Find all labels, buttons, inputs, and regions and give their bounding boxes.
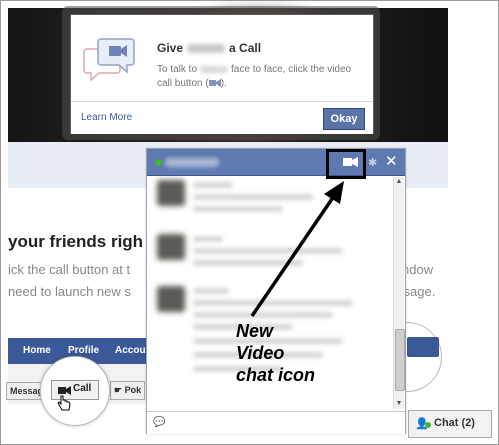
chat-bubble-icon: 💬 — [153, 417, 166, 428]
scroll-up-arrow-icon[interactable]: ▲ — [394, 177, 404, 187]
chat-tab[interactable]: 👤 Chat (2) — [408, 410, 492, 438]
annotation-text: New Video chat icon — [236, 320, 315, 386]
message-blur — [193, 300, 353, 306]
video-call-tooltip: Give a Call To talk to face to face, click… — [62, 6, 380, 140]
chat-window: ✱ ✕ ▲ ▼ 💬 — [146, 148, 406, 434]
video-icon-highlight-box — [326, 149, 366, 179]
video-chat-bubbles-icon — [83, 38, 135, 82]
scroll-down-arrow-icon[interactable]: ▼ — [394, 399, 404, 409]
magnified-bar — [407, 337, 439, 357]
online-status-dot — [155, 159, 162, 166]
chat-contact-name — [165, 158, 219, 167]
body-text-line: need to launch new s — [8, 284, 131, 299]
message-blur — [193, 182, 233, 188]
chat-header[interactable]: ✱ ✕ — [147, 149, 405, 179]
gear-icon[interactable]: ✱ — [368, 156, 377, 169]
message-blur — [193, 236, 223, 242]
poke-icon: ☛ — [114, 385, 125, 395]
learn-more-link[interactable]: Learn More — [81, 112, 132, 123]
tooltip-description: To talk to face to face, click the video … — [157, 64, 352, 89]
message-blur — [193, 248, 343, 254]
message-blur — [193, 194, 313, 200]
online-status-dot — [425, 422, 431, 428]
tooltip-title: Give a Call — [157, 41, 262, 55]
message-blur — [193, 288, 229, 294]
nav-profile[interactable]: Profile — [68, 345, 99, 356]
avatar — [157, 286, 185, 312]
close-icon[interactable]: ✕ — [385, 152, 398, 170]
body-text-line: ndow — [402, 262, 434, 277]
video-camera-icon — [58, 386, 71, 395]
scroll-thumb[interactable] — [395, 329, 405, 391]
message-blur — [193, 260, 303, 266]
nav-home[interactable]: Home — [23, 345, 51, 356]
redacted-name — [200, 65, 229, 73]
redacted-name — [187, 44, 226, 54]
poke-label: Pok — [124, 385, 142, 395]
nav-account[interactable]: Accou — [115, 345, 146, 356]
body-text-line: ick the call button at t — [8, 262, 131, 277]
okay-button[interactable]: Okay — [323, 108, 365, 130]
message-blur — [193, 206, 283, 212]
avatar — [157, 234, 185, 260]
call-button-magnifier: Call — [40, 356, 110, 426]
chat-tab-label: Chat (2) — [434, 417, 475, 429]
annotation-line: chat icon — [236, 365, 316, 385]
message-blur — [193, 312, 333, 318]
annotation-line: Video — [236, 343, 285, 363]
video-camera-icon — [208, 79, 221, 88]
chat-input[interactable]: 💬 — [147, 411, 405, 434]
annotation-line: New — [236, 321, 274, 341]
tooltip-body: Give a Call To talk to face to face, click… — [70, 14, 374, 134]
page-heading: your friends righ — [8, 232, 144, 251]
call-button-label: Call — [73, 383, 92, 394]
poke-button[interactable]: ☛ Pok — [110, 381, 146, 400]
chat-scrollbar[interactable]: ▲ ▼ — [393, 177, 405, 409]
hand-cursor-icon — [57, 395, 71, 411]
avatar — [157, 180, 185, 206]
tooltip-footer: Learn More Okay — [71, 101, 373, 134]
